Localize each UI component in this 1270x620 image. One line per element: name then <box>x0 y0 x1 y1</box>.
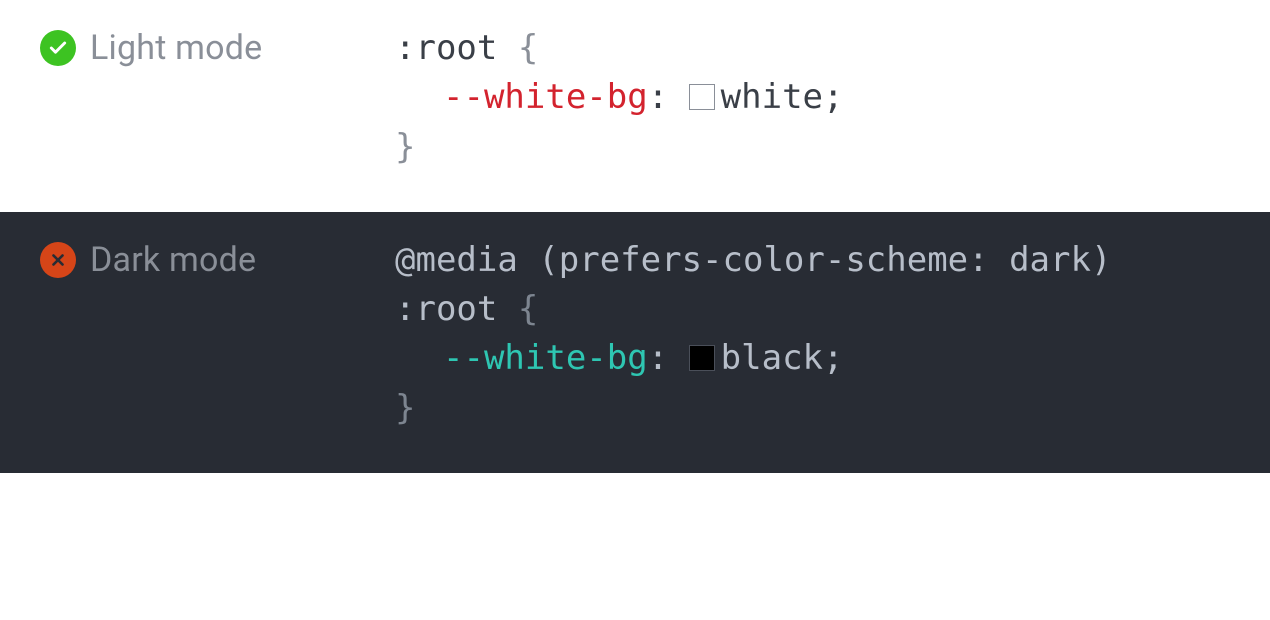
dark-mode-panel: Dark mode @media (prefers-color-scheme: … <box>0 212 1270 473</box>
light-selector: :root <box>395 28 497 68</box>
light-sep: : <box>648 77 689 117</box>
light-label-group: Light mode <box>40 24 395 68</box>
dark-mode-label: Dark mode <box>90 240 256 280</box>
dark-code-block: @media (prefers-color-scheme: dark) :roo… <box>395 236 1111 433</box>
light-prop: --white-bg <box>443 77 648 117</box>
open-brace: { <box>518 28 538 68</box>
close-brace: } <box>395 388 415 428</box>
dark-selector: :root <box>395 289 497 329</box>
light-mode-label: Light mode <box>90 28 262 68</box>
light-semi: ; <box>823 77 843 117</box>
light-mode-panel: Light mode :root { --white-bg: white; } <box>0 0 1270 212</box>
dark-value: black <box>721 338 823 378</box>
color-swatch-black <box>689 345 715 371</box>
light-code-block: :root { --white-bg: white; } <box>395 24 844 172</box>
open-brace: { <box>518 289 538 329</box>
close-brace: } <box>395 127 415 167</box>
check-icon <box>40 30 76 66</box>
dark-media: @media (prefers-color-scheme: dark) <box>395 240 1111 280</box>
dark-label-group: Dark mode <box>40 236 395 280</box>
color-swatch-white <box>689 84 715 110</box>
dark-semi: ; <box>823 338 843 378</box>
cross-icon <box>40 242 76 278</box>
light-value: white <box>721 77 823 117</box>
dark-prop: --white-bg <box>443 338 648 378</box>
dark-sep: : <box>648 338 689 378</box>
